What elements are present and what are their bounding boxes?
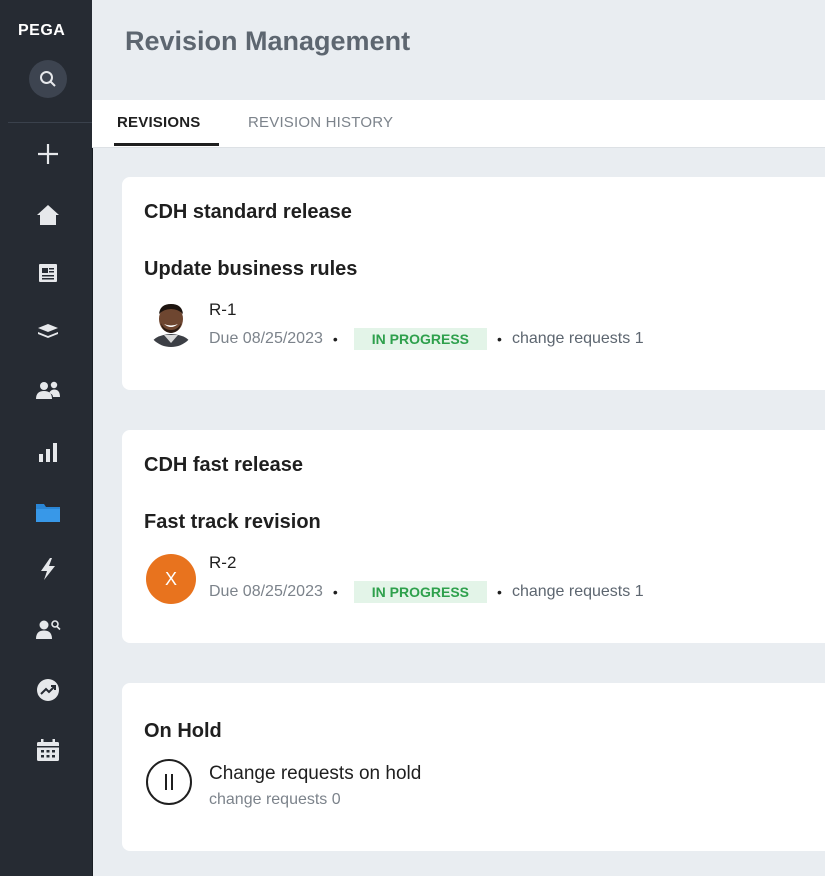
release-title: CDH standard release	[144, 201, 352, 223]
on-hold-count: change requests 0	[209, 791, 341, 808]
due-date: Due 08/25/2023	[209, 583, 323, 600]
nav-trends[interactable]	[30, 672, 66, 708]
nav-home[interactable]	[30, 197, 66, 233]
on-hold-title: On Hold	[144, 720, 222, 742]
release-card: CDH fast release Fast track revision X R…	[122, 430, 825, 643]
bar-chart-icon	[39, 443, 57, 462]
separator-dot: •	[497, 584, 502, 600]
pause-icon-wrapper	[146, 759, 192, 805]
revision-id[interactable]: R-2	[209, 553, 236, 573]
revision-name[interactable]: Fast track revision	[144, 511, 321, 534]
revision-meta: Due 08/25/2023 • IN PROGRESS • change re…	[209, 328, 644, 350]
search-icon	[40, 71, 56, 87]
revision-id[interactable]: R-1	[209, 300, 236, 320]
calendar-icon	[37, 739, 59, 761]
folder-icon	[36, 504, 60, 522]
active-tab-indicator	[114, 143, 219, 146]
change-requests-count: change requests 1	[511, 583, 644, 600]
release-title: CDH fast release	[144, 454, 303, 476]
revision-name[interactable]: Update business rules	[144, 258, 357, 281]
release-card: CDH standard release Update business rul…	[122, 177, 825, 390]
on-hold-card: On Hold Change requests on hold change r…	[122, 683, 825, 851]
nav-user-search[interactable]	[30, 611, 66, 647]
home-icon	[37, 205, 59, 225]
due-date: Due 08/25/2023	[209, 330, 323, 347]
status-badge: IN PROGRESS	[353, 328, 488, 350]
pega-logo: PEGA	[18, 22, 66, 39]
sidebar-divider	[8, 122, 92, 123]
revision-meta: Due 08/25/2023 • IN PROGRESS • change re…	[209, 581, 644, 603]
plus-icon	[38, 144, 58, 164]
document-icon	[39, 264, 57, 282]
nav-revisions[interactable]	[30, 494, 66, 530]
nav-reports[interactable]	[30, 434, 66, 470]
nav-calendar[interactable]	[30, 732, 66, 768]
main-content: Revision Management REVISIONS REVISION H…	[92, 0, 825, 876]
nav-layers[interactable]	[30, 314, 66, 350]
separator-dot: •	[332, 584, 338, 600]
sidebar: PEGA	[0, 0, 93, 876]
user-photo-icon	[146, 297, 196, 347]
tab-bar: REVISIONS REVISION HISTORY	[92, 100, 825, 148]
avatar-initial: X	[146, 554, 196, 604]
page-header: Revision Management	[92, 0, 825, 100]
users-icon	[36, 381, 60, 399]
status-badge: IN PROGRESS	[353, 581, 488, 603]
separator-dot: •	[332, 331, 338, 347]
search-button[interactable]	[29, 60, 67, 98]
trend-icon	[37, 679, 59, 701]
nav-users[interactable]	[30, 372, 66, 408]
tab-revisions[interactable]: REVISIONS	[117, 114, 201, 131]
nav-create[interactable]	[30, 136, 66, 172]
page-title: Revision Management	[125, 26, 411, 56]
tab-revision-history[interactable]: REVISION HISTORY	[248, 114, 393, 131]
nav-documents[interactable]	[30, 255, 66, 291]
avatar	[146, 297, 196, 347]
pause-icon	[165, 774, 173, 790]
on-hold-label[interactable]: Change requests on hold	[209, 763, 421, 785]
change-requests-count: change requests 1	[511, 330, 644, 347]
separator-dot: •	[497, 331, 502, 347]
lightning-icon	[41, 558, 55, 580]
layers-icon	[38, 324, 58, 338]
user-search-icon	[36, 620, 61, 639]
nav-automation[interactable]	[30, 551, 66, 587]
